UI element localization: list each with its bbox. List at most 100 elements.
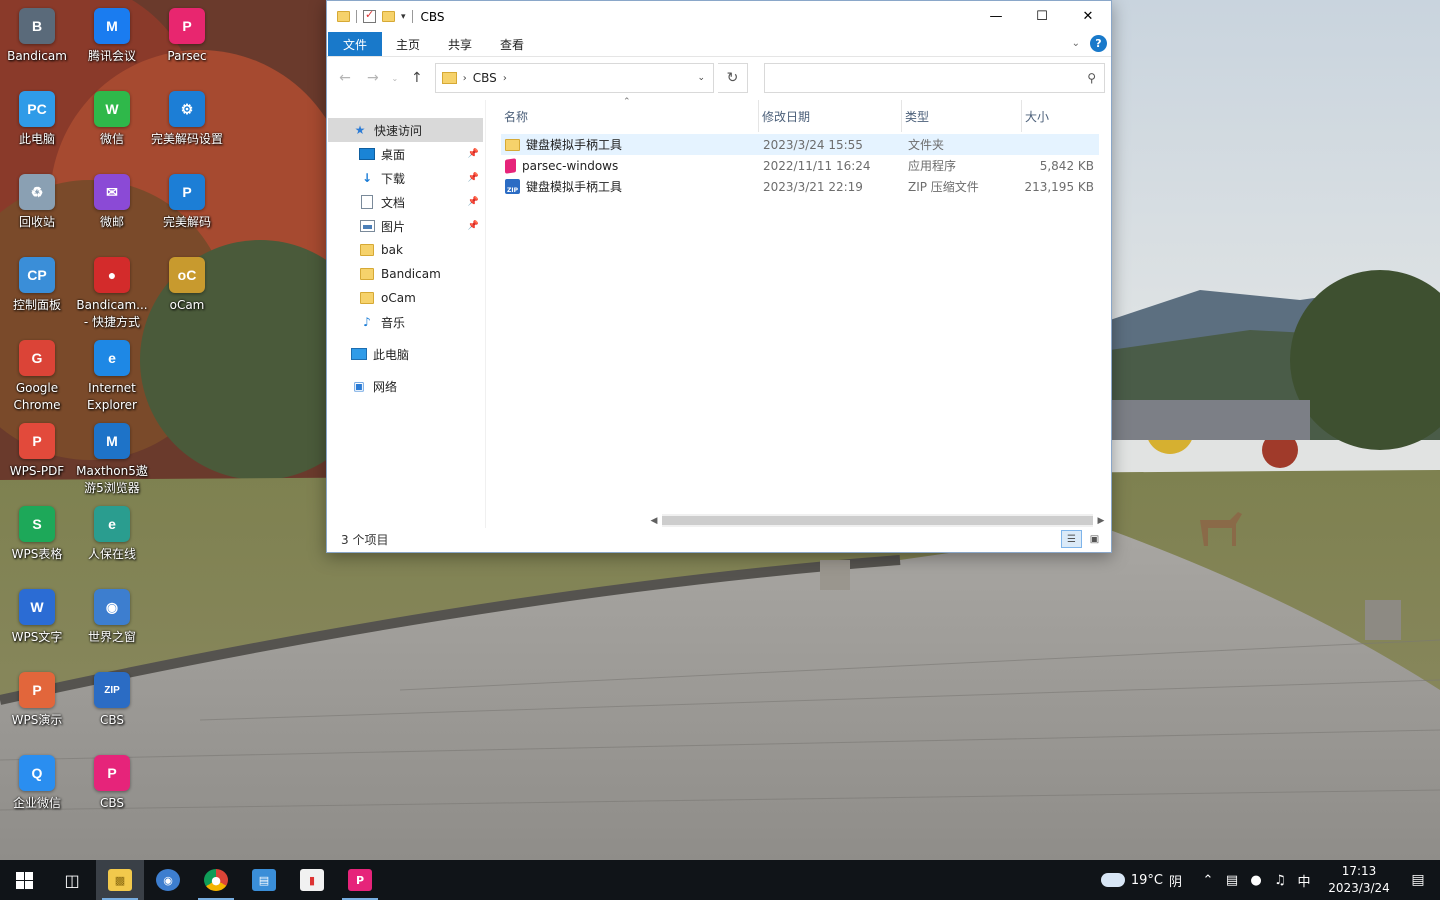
desktop-shortcut[interactable]: P WPS-PDF xyxy=(0,423,74,480)
desktop-shortcut[interactable]: M Maxthon5遨 游5浏览器 xyxy=(75,423,149,497)
file-name: parsec-windows xyxy=(522,158,619,173)
clock[interactable]: 17:13 2023/3/24 xyxy=(1322,863,1396,897)
pin-icon[interactable]: 📌 xyxy=(468,149,479,159)
shortcut-label: 控制面板 xyxy=(12,298,61,312)
system-tray: 19°C 阴 ⌃ ▤ ● ♫ 中 17:13 2023/3/24 ▤ xyxy=(1100,860,1440,900)
breadcrumb-chevron-icon[interactable]: › xyxy=(463,73,467,84)
taskbar-chrome[interactable]: ● xyxy=(192,860,240,900)
desktop-shortcut[interactable]: G Google Chrome xyxy=(0,340,74,414)
desktop-shortcut[interactable]: oC oCam xyxy=(150,257,224,314)
show-hidden-icons-chevron-icon[interactable]: ⌃ xyxy=(1196,873,1220,888)
refresh-button[interactable]: ↻ xyxy=(718,63,748,93)
forward-arrow-icon[interactable]: → xyxy=(361,66,385,90)
taskbar-parsec[interactable]: P xyxy=(336,860,384,900)
up-arrow-icon[interactable]: ↑ xyxy=(405,66,429,90)
desktop-shortcut[interactable]: e 人保在线 xyxy=(75,506,149,563)
nav-item-2[interactable]: 文档 📌 xyxy=(327,190,485,214)
volume-icon[interactable]: ♫ xyxy=(1268,873,1292,888)
taskbar-presentation-app[interactable]: ▮ xyxy=(288,860,336,900)
desktop-shortcut[interactable]: ● Bandicam... - 快捷方式 xyxy=(75,257,149,331)
new-folder-icon[interactable] xyxy=(382,11,395,22)
search-icon[interactable]: ⚲ xyxy=(1087,71,1096,85)
nav-item-6[interactable]: oCam xyxy=(327,286,485,310)
desktop-shortcut[interactable]: P CBS xyxy=(75,755,149,812)
maximize-button[interactable]: ☐ xyxy=(1019,1,1065,31)
nav-item-7[interactable]: ♪ 音乐 xyxy=(327,310,485,334)
nav-quick-access[interactable]: ★ 快速访问 xyxy=(328,118,483,142)
breadcrumb-cbs[interactable]: CBS xyxy=(473,71,497,85)
desktop-shortcut[interactable]: ◉ 世界之窗 xyxy=(75,589,149,646)
file-row[interactable]: 键盘模拟手柄工具 2023/3/24 15:55 文件夹 xyxy=(501,134,1099,155)
expand-ribbon-icon[interactable]: ⌄ xyxy=(1072,38,1080,49)
notification-center-icon[interactable]: ▤ xyxy=(1396,872,1440,888)
desktop-shortcut[interactable]: ✉ 微邮 xyxy=(75,174,149,231)
address-dropdown-icon[interactable]: ⌄ xyxy=(697,73,705,83)
nav-this-pc[interactable]: 此电脑 xyxy=(327,342,485,366)
microphone-icon[interactable]: ● xyxy=(1244,873,1268,888)
tab-view[interactable]: 查看 xyxy=(486,32,538,56)
start-button[interactable] xyxy=(0,860,48,900)
column-size[interactable]: 大小 xyxy=(1022,100,1096,132)
desktop-shortcut[interactable]: ZIP CBS xyxy=(75,672,149,729)
taskbar-file-explorer[interactable]: ▩ xyxy=(96,860,144,900)
desktop-shortcut[interactable]: P 完美解码 xyxy=(150,174,224,231)
desktop-shortcut[interactable]: PC 此电脑 xyxy=(0,91,74,148)
desktop-shortcut[interactable]: B Bandicam xyxy=(0,8,74,65)
pin-icon[interactable]: 📌 xyxy=(468,173,479,183)
column-type[interactable]: 类型 xyxy=(902,100,1022,132)
desktop-shortcut[interactable]: M 腾讯会议 xyxy=(75,8,149,65)
desktop-shortcut[interactable]: P Parsec xyxy=(150,8,224,65)
properties-icon[interactable] xyxy=(363,8,376,23)
large-icons-view-icon[interactable]: ▣ xyxy=(1084,530,1105,548)
column-date-modified[interactable]: 修改日期 xyxy=(759,100,902,132)
nav-network[interactable]: ▣ 网络 xyxy=(327,374,485,398)
nav-item-0[interactable]: 桌面 📌 xyxy=(327,142,485,166)
title-bar[interactable]: ▾ CBS — ☐ ✕ xyxy=(327,1,1111,32)
nav-item-3[interactable]: 图片 📌 xyxy=(327,214,485,238)
search-box[interactable]: ⚲ xyxy=(763,63,1106,93)
tab-share[interactable]: 共享 xyxy=(434,32,486,56)
file-explorer-window[interactable]: ▾ CBS — ☐ ✕ 文件 主页 共享 查看 ⌄ ? ← → ⌄ ↑ › CB… xyxy=(326,0,1112,553)
file-row[interactable]: parsec-windows 2022/11/11 16:24 应用程序 5,842 … xyxy=(501,155,1099,176)
scroll-left-icon[interactable]: ◀ xyxy=(646,516,662,526)
taskbar-control-panel[interactable]: ▤ xyxy=(240,860,288,900)
details-view-icon[interactable]: ☰ xyxy=(1061,530,1082,548)
minimize-button[interactable]: — xyxy=(973,1,1019,31)
desktop-shortcut[interactable]: CP 控制面板 xyxy=(0,257,74,314)
address-bar[interactable]: › CBS › ⌄ xyxy=(434,63,715,93)
shortcut-icon: P xyxy=(169,8,205,44)
desktop-shortcut[interactable]: Q 企业微信 xyxy=(0,755,74,812)
weather-widget[interactable]: 19°C 阴 xyxy=(1100,871,1182,890)
task-view-button[interactable]: ◫ xyxy=(48,860,96,900)
network-status-icon[interactable]: ▤ xyxy=(1220,873,1244,888)
file-row[interactable]: ZIP 键盘模拟手柄工具 2023/3/21 22:19 ZIP 压缩文件 213,19… xyxy=(501,176,1099,197)
pin-icon[interactable]: 📌 xyxy=(468,221,479,231)
desktop-shortcut[interactable]: e Internet Explorer xyxy=(75,340,149,414)
desktop-shortcut[interactable]: P WPS演示 xyxy=(0,672,74,729)
input-method-indicator[interactable]: 中 xyxy=(1292,871,1316,890)
nav-item-label: 文档 xyxy=(381,195,406,210)
taskbar: ◫ ▩ ◉ ● ▤ ▮ P 19°C 阴 ⌃ ▤ ● ♫ 中 17:13 202… xyxy=(0,860,1440,900)
tab-file[interactable]: 文件 xyxy=(328,32,383,56)
back-arrow-icon[interactable]: ← xyxy=(333,66,357,90)
breadcrumb-chevron-icon[interactable]: › xyxy=(503,73,507,84)
nav-item-4[interactable]: bak xyxy=(327,238,485,262)
desktop-shortcut[interactable]: ♻ 回收站 xyxy=(0,174,74,231)
scroll-thumb[interactable] xyxy=(662,516,1093,525)
close-button[interactable]: ✕ xyxy=(1065,1,1111,31)
desktop-shortcut[interactable]: W WPS文字 xyxy=(0,589,74,646)
tab-home[interactable]: 主页 xyxy=(382,32,434,56)
search-input[interactable] xyxy=(764,65,1088,91)
pin-icon[interactable]: 📌 xyxy=(468,197,479,207)
help-icon[interactable]: ? xyxy=(1090,35,1107,52)
scroll-right-icon[interactable]: ▶ xyxy=(1093,516,1109,526)
desktop-shortcut[interactable]: ⚙ 完美解码设置 xyxy=(150,91,224,148)
desktop-shortcut[interactable]: S WPS表格 xyxy=(0,506,74,563)
desktop-shortcut[interactable]: W 微信 xyxy=(75,91,149,148)
column-name[interactable]: 名称 xyxy=(501,100,759,132)
nav-item-1[interactable]: ↓ 下载 📌 xyxy=(327,166,485,190)
taskbar-world-window[interactable]: ◉ xyxy=(144,860,192,900)
nav-item-5[interactable]: Bandicam xyxy=(327,262,485,286)
recent-locations-chevron-icon[interactable]: ⌄ xyxy=(389,66,401,90)
customize-toolbar-dropdown-icon[interactable]: ▾ xyxy=(401,12,406,22)
